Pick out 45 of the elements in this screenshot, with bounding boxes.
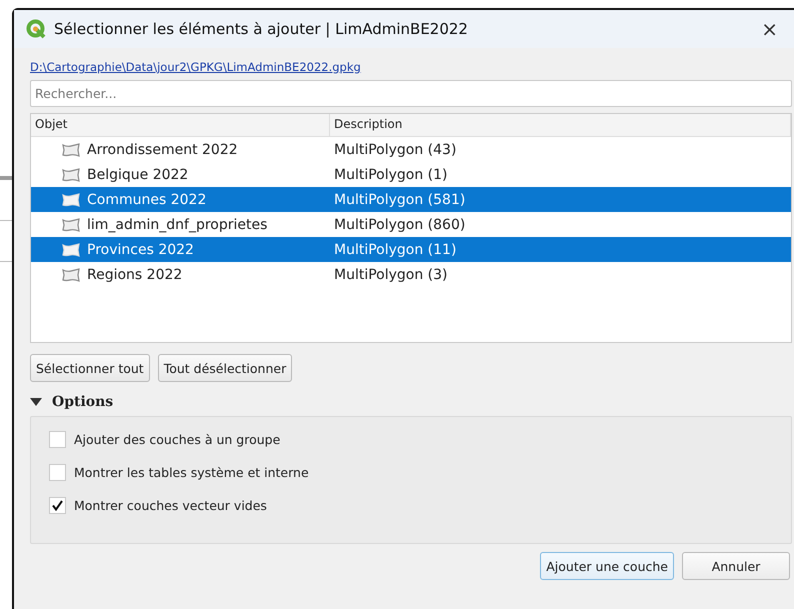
dialog-button[interactable]: Ajouter une couche (540, 552, 674, 580)
layer-name: Provinces 2022 (87, 242, 194, 258)
layer-name: lim_admin_dnf_proprietes (87, 216, 268, 232)
search-field[interactable]: Rechercher... (30, 80, 792, 107)
window-title: Sélectionner les éléments à ajouter | LimAdminBE2022 (54, 20, 469, 38)
selection-button[interactable]: Tout désélectionner (158, 354, 292, 382)
polygon-layer-icon (61, 192, 81, 206)
file-path-link[interactable]: D:\Cartographie\Data\jour2\GPKG\LimAdminBE2022.gpkg (30, 60, 361, 74)
layer-row[interactable]: Arrondissement 2022 MultiPolygon (43) (31, 137, 791, 162)
checkbox-label: Montrer couches vecteur vides (74, 498, 267, 513)
check-icon (52, 500, 63, 511)
checkbox-label: Montrer les tables système et interne (74, 465, 309, 480)
geometry-description: MultiPolygon (1) (333, 166, 449, 182)
layer-row[interactable]: Regions 2022 MultiPolygon (3) (31, 262, 791, 287)
polygon-layer-icon (61, 142, 81, 156)
layer-row[interactable]: Provinces 2022 MultiPolygon (11) (31, 237, 791, 262)
layer-name: Regions 2022 (87, 266, 182, 282)
polygon-layer-icon (61, 168, 81, 182)
checkbox[interactable] (49, 431, 66, 448)
triangle-icon (30, 397, 42, 407)
layer-name: Communes 2022 (87, 192, 206, 208)
column-header[interactable]: Objet (31, 114, 330, 136)
polygon-layer-icon (61, 268, 81, 282)
expand-toggle[interactable] (30, 397, 42, 407)
layer-row[interactable]: lim_admin_dnf_proprietes MultiPolygon (860) (31, 212, 791, 237)
geometry-description: MultiPolygon (3) (333, 266, 449, 282)
geometry-description: MultiPolygon (860) (333, 216, 466, 232)
selection-button[interactable]: Sélectionner tout (30, 354, 150, 382)
checkbox-label: Ajouter des couches à un groupe (74, 432, 280, 447)
geometry-description: MultiPolygon (11) (333, 242, 458, 258)
column-header[interactable]: Description (330, 114, 791, 136)
layer-row[interactable]: Communes 2022 MultiPolygon (581) (31, 187, 791, 212)
layer-name: Belgique 2022 (87, 166, 188, 182)
geometry-description: MultiPolygon (43) (333, 142, 458, 158)
polygon-layer-icon (61, 218, 81, 232)
checkbox[interactable] (49, 464, 66, 481)
layer-name: Arrondissement 2022 (87, 142, 238, 158)
close-button[interactable]: × (757, 17, 782, 41)
options-title: Options (52, 394, 114, 410)
checkbox[interactable] (49, 497, 66, 514)
dialog-button[interactable]: Annuler (682, 552, 790, 580)
app-logo-icon (26, 19, 46, 39)
layer-row[interactable]: Belgique 2022 MultiPolygon (1) (31, 162, 791, 187)
polygon-layer-icon (61, 242, 81, 256)
geometry-description: MultiPolygon (581) (333, 192, 466, 208)
